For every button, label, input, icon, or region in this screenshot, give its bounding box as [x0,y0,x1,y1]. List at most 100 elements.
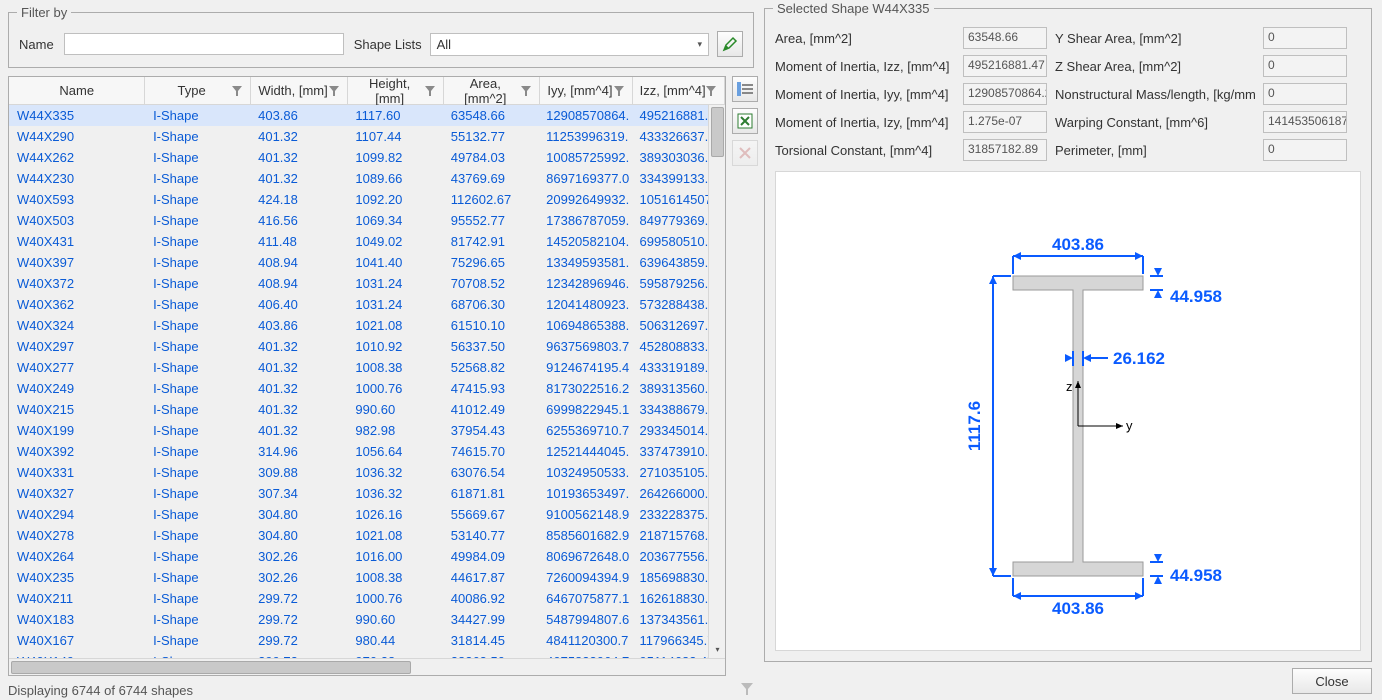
cell-name: W40X264 [11,549,147,564]
filter-icon[interactable] [329,86,341,96]
table-row[interactable]: W40X503I-Shape416.561069.3495552.7717386… [9,210,725,231]
cell-name: W40X235 [11,570,147,585]
table-row[interactable]: W40X297I-Shape401.321010.9256337.5096375… [9,336,725,357]
cell-type: I-Shape [147,570,252,585]
table-row[interactable]: W40X149I-Shape299.72970.2828263.50407582… [9,651,725,658]
cell-width: 401.32 [252,150,349,165]
cell-type: I-Shape [147,318,252,333]
table-row[interactable]: W40X431I-Shape411.481049.0281742.9114520… [9,231,725,252]
cell-type: I-Shape [147,528,252,543]
cell-area: 70708.52 [445,276,540,291]
table-row[interactable]: W40X215I-Shape401.32990.6041012.49699982… [9,399,725,420]
table-row[interactable]: W40X249I-Shape401.321000.7647415.9381730… [9,378,725,399]
cell-iyy: 7260094394.9 [540,570,633,585]
cell-name: W44X290 [11,129,147,144]
cell-height: 1000.76 [349,591,444,606]
table-row[interactable]: W40X211I-Shape299.721000.7640086.9264670… [9,588,725,609]
status-filter-icon[interactable] [740,682,754,699]
cell-height: 980.44 [349,633,444,648]
lbl-izz: Moment of Inertia, Izz, [mm^4] [775,59,955,74]
cell-width: 411.48 [252,234,349,249]
cell-width: 401.32 [252,339,349,354]
filter-box: Filter by Name Shape Lists All ▾ [8,12,754,68]
cell-type: I-Shape [147,360,252,375]
table-header-row: Name Type Width, [mm] Height, [mm] Area,… [9,77,725,105]
table-row[interactable]: W40X331I-Shape309.881036.3263076.5410324… [9,462,725,483]
cell-height: 990.60 [349,402,444,417]
cell-width: 307.34 [252,486,349,501]
cell-name: W40X593 [11,192,147,207]
table-row[interactable]: W40X294I-Shape304.801026.1655669.6791005… [9,504,725,525]
table-row[interactable]: W40X235I-Shape302.261008.3844617.8772600… [9,567,725,588]
lbl-yshear: Y Shear Area, [mm^2] [1055,31,1255,46]
table-row[interactable]: W40X392I-Shape314.961056.6474615.7012521… [9,441,725,462]
table-rows[interactable]: W44X335I-Shape403.861117.6063548.6612908… [9,105,725,658]
cell-area: 40086.92 [445,591,540,606]
hdr-name[interactable]: Name [15,83,138,98]
lbl-perim: Perimeter, [mm] [1055,143,1255,158]
cell-width: 401.32 [252,171,349,186]
filter-icon[interactable] [706,86,718,96]
table-row[interactable]: W44X335I-Shape403.861117.6063548.6612908… [9,105,725,126]
cell-area: 74615.70 [445,444,540,459]
export-excel-button[interactable] [732,108,758,134]
close-button[interactable]: Close [1292,668,1372,694]
filter-icon[interactable] [425,86,437,96]
column-chooser-button[interactable] [732,76,758,102]
shape-lists-combo[interactable]: All ▾ [430,33,709,56]
table-row[interactable]: W44X230I-Shape401.321089.6643769.6986971… [9,168,725,189]
cell-area: 53140.77 [445,528,540,543]
hdr-width[interactable]: Width, [mm] [257,83,330,98]
cell-name: W40X362 [11,297,147,312]
table-row[interactable]: W44X290I-Shape401.321107.4455132.7711253… [9,126,725,147]
delete-button[interactable] [732,140,758,166]
hdr-area[interactable]: Area, [mm^2] [450,76,521,106]
vertical-scrollbar[interactable]: ▾ [708,105,725,658]
hdr-iyy[interactable]: Iyy, [mm^4] [546,83,615,98]
svg-text:44.958: 44.958 [1170,287,1222,306]
cell-height: 1092.20 [349,192,444,207]
table-row[interactable]: W40X327I-Shape307.341036.3261871.8110193… [9,483,725,504]
filter-icon[interactable] [521,86,533,96]
cell-iyy: 8173022516.2 [540,381,633,396]
cell-type: I-Shape [147,255,252,270]
cell-area: 81742.91 [445,234,540,249]
lbl-cw: Warping Constant, [mm^6] [1055,115,1255,130]
hdr-type[interactable]: Type [151,83,231,98]
cell-area: 34427.99 [445,612,540,627]
cell-width: 401.32 [252,129,349,144]
filter-icon[interactable] [614,86,626,96]
cell-type: I-Shape [147,192,252,207]
cell-iyy: 10324950533. [540,465,633,480]
table-row[interactable]: W40X397I-Shape408.941041.4075296.6513349… [9,252,725,273]
cell-height: 1021.08 [349,318,444,333]
table-row[interactable]: W40X277I-Shape401.321008.3852568.8291246… [9,357,725,378]
cell-width: 403.86 [252,108,349,123]
table-row[interactable]: W40X278I-Shape304.801021.0853140.7785856… [9,525,725,546]
horizontal-scrollbar[interactable] [9,658,725,675]
hdr-height[interactable]: Height, [mm] [354,76,425,106]
cell-type: I-Shape [147,276,252,291]
cell-name: W40X199 [11,423,147,438]
table-row[interactable]: W40X167I-Shape299.72980.4431814.45484112… [9,630,725,651]
table-row[interactable]: W40X362I-Shape406.401031.2468706.3012041… [9,294,725,315]
hdr-izz[interactable]: Izz, [mm^4] [639,83,706,98]
filter-name-label: Name [19,37,54,52]
table-row[interactable]: W40X199I-Shape401.32982.9837954.43625536… [9,420,725,441]
shapes-table[interactable]: Name Type Width, [mm] Height, [mm] Area,… [8,76,726,676]
filter-icon[interactable] [232,86,244,96]
filter-name-input[interactable] [64,33,344,55]
cell-width: 299.72 [252,633,349,648]
table-row[interactable]: W40X264I-Shape302.261016.0049984.0980696… [9,546,725,567]
cell-type: I-Shape [147,486,252,501]
x-icon [738,146,752,160]
table-row[interactable]: W44X262I-Shape401.321099.8249784.0310085… [9,147,725,168]
cell-area: 63076.54 [445,465,540,480]
table-row[interactable]: W40X183I-Shape299.72990.6034427.99548799… [9,609,725,630]
cell-area: 47415.93 [445,381,540,396]
table-row[interactable]: W40X593I-Shape424.181092.20112602.672099… [9,189,725,210]
edit-shape-lists-button[interactable] [717,31,743,57]
table-row[interactable]: W40X324I-Shape403.861021.0861510.1010694… [9,315,725,336]
table-row[interactable]: W40X372I-Shape408.941031.2470708.5212342… [9,273,725,294]
cell-type: I-Shape [147,423,252,438]
